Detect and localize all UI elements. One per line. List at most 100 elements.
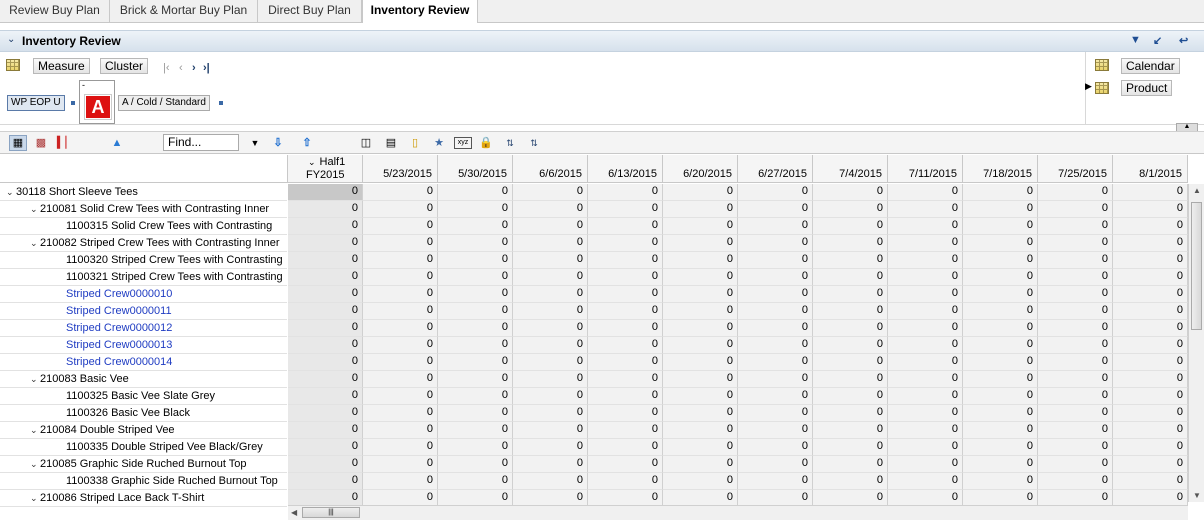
table-cell[interactable]: 0: [738, 337, 813, 354]
table-cell[interactable]: 0: [363, 388, 438, 405]
table-cell[interactable]: 0: [738, 388, 813, 405]
table-cell[interactable]: 0: [888, 422, 963, 439]
table-cell[interactable]: 0: [888, 473, 963, 490]
table-cell[interactable]: 0: [438, 439, 513, 456]
table-cell[interactable]: 0: [438, 235, 513, 252]
row-header[interactable]: ⌄ 210081 Solid Crew Tees with Contrasting…: [0, 201, 287, 218]
table-cell[interactable]: 0: [513, 422, 588, 439]
table-cell[interactable]: 0: [813, 303, 888, 320]
table-cell[interactable]: 0: [363, 320, 438, 337]
row-header[interactable]: Striped Crew0000014: [0, 354, 287, 371]
table-cell[interactable]: 0: [888, 286, 963, 303]
column-header-date[interactable]: 5/23/2015: [363, 155, 438, 183]
scroll-down-icon[interactable]: ▼: [1193, 491, 1201, 500]
table-cell[interactable]: 0: [588, 405, 663, 422]
table-cell[interactable]: 0: [513, 354, 588, 371]
chart-table-icon[interactable]: ▩: [33, 136, 49, 150]
table-cell[interactable]: 0: [1113, 201, 1188, 218]
table-cell[interactable]: 0: [888, 456, 963, 473]
table-cell[interactable]: 0: [513, 337, 588, 354]
table-cell[interactable]: 0: [1113, 252, 1188, 269]
table-cell[interactable]: 0: [663, 473, 738, 490]
table-cell[interactable]: 0: [513, 320, 588, 337]
table-cell[interactable]: 0: [1113, 337, 1188, 354]
table-cell[interactable]: 0: [813, 354, 888, 371]
table-cell[interactable]: 0: [738, 286, 813, 303]
table-cell[interactable]: 0: [963, 320, 1038, 337]
table-cell[interactable]: 0: [1038, 184, 1113, 201]
table-cell[interactable]: 0: [1038, 456, 1113, 473]
row-label[interactable]: Striped Crew0000014: [66, 356, 172, 368]
table-cell[interactable]: 0: [513, 456, 588, 473]
row-label[interactable]: Striped Crew0000013: [66, 339, 172, 351]
table-cell[interactable]: 0: [813, 439, 888, 456]
table-cell[interactable]: 0: [963, 303, 1038, 320]
table-cell[interactable]: 0: [1038, 201, 1113, 218]
table-cell[interactable]: 0: [363, 439, 438, 456]
table-cell[interactable]: 0: [513, 303, 588, 320]
table-cell[interactable]: 0: [963, 252, 1038, 269]
table-cell[interactable]: 0: [813, 201, 888, 218]
table-cell[interactable]: 0: [663, 201, 738, 218]
wp-eop-u-chip[interactable]: WP EOP U: [7, 95, 65, 111]
table-cell[interactable]: 0: [813, 269, 888, 286]
table-cell[interactable]: 0: [1113, 388, 1188, 405]
table-cell[interactable]: 0: [513, 439, 588, 456]
table-cell[interactable]: 0: [288, 388, 363, 405]
table-cell[interactable]: 0: [738, 269, 813, 286]
table-cell[interactable]: 0: [663, 388, 738, 405]
minimize-icon[interactable]: ↙: [1153, 34, 1162, 47]
table-cell[interactable]: 0: [438, 371, 513, 388]
expand-chevron-icon[interactable]: ⌄: [6, 184, 16, 200]
table-cell[interactable]: 0: [588, 184, 663, 201]
table-cell[interactable]: 0: [663, 286, 738, 303]
calendar-button[interactable]: Calendar: [1121, 58, 1180, 74]
product-button[interactable]: Product: [1121, 80, 1173, 96]
expand-chevron-icon[interactable]: ⌄: [30, 371, 40, 387]
table-cell[interactable]: 0: [288, 337, 363, 354]
vertical-scrollbar[interactable]: ▲ ▼: [1188, 184, 1204, 502]
table-cell[interactable]: 0: [963, 422, 1038, 439]
table-cell[interactable]: 0: [513, 371, 588, 388]
table-cell[interactable]: 0: [1113, 439, 1188, 456]
table-cell[interactable]: 0: [1113, 286, 1188, 303]
table-cell[interactable]: 0: [1113, 303, 1188, 320]
column-header-date[interactable]: 8/1/2015: [1113, 155, 1188, 183]
table-cell[interactable]: 0: [888, 320, 963, 337]
table-cell[interactable]: 0: [963, 286, 1038, 303]
table-cell[interactable]: 0: [363, 405, 438, 422]
table-cell[interactable]: 0: [513, 252, 588, 269]
table-cell[interactable]: 0: [663, 354, 738, 371]
table-cell[interactable]: 0: [363, 201, 438, 218]
row-header[interactable]: ⌄ 210085 Graphic Side Ruched Burnout Top: [0, 456, 287, 473]
table-cell[interactable]: 0: [663, 184, 738, 201]
bar-chart-icon[interactable]: ▍▏: [57, 136, 74, 150]
table-cell[interactable]: 0: [588, 456, 663, 473]
row-header[interactable]: Striped Crew0000011: [0, 303, 287, 320]
row-header[interactable]: 1100326 Basic Vee Black: [0, 405, 287, 422]
row-header[interactable]: 1100320 Striped Crew Tees with Contrasti…: [0, 252, 287, 269]
table-cell[interactable]: 0: [663, 252, 738, 269]
table-cell[interactable]: 0: [888, 371, 963, 388]
table-cell[interactable]: 0: [738, 439, 813, 456]
table-cell[interactable]: 0: [513, 269, 588, 286]
horizontal-scroll-thumb[interactable]: |||: [302, 507, 360, 518]
column-header-date[interactable]: 7/11/2015: [888, 155, 963, 183]
table-cell[interactable]: 0: [438, 337, 513, 354]
column-header-date[interactable]: 7/4/2015: [813, 155, 888, 183]
table-cell[interactable]: 0: [363, 269, 438, 286]
table-cell[interactable]: 0: [963, 388, 1038, 405]
table-cell[interactable]: 0: [663, 218, 738, 235]
next-page-icon[interactable]: ›: [192, 62, 196, 74]
row-header[interactable]: Striped Crew0000010: [0, 286, 287, 303]
row-header[interactable]: 1100335 Double Striped Vee Black/Grey: [0, 439, 287, 456]
table-cell[interactable]: 0: [288, 320, 363, 337]
table-cell[interactable]: 0: [963, 354, 1038, 371]
column-header-date[interactable]: 7/25/2015: [1038, 155, 1113, 183]
table-cell[interactable]: 0: [513, 388, 588, 405]
table-cell[interactable]: 0: [363, 235, 438, 252]
collapse-chevron-icon[interactable]: ⌄: [7, 34, 15, 45]
table-cell[interactable]: 0: [513, 473, 588, 490]
row-header[interactable]: ⌄ 210083 Basic Vee: [0, 371, 287, 388]
table-cell[interactable]: 0: [438, 218, 513, 235]
